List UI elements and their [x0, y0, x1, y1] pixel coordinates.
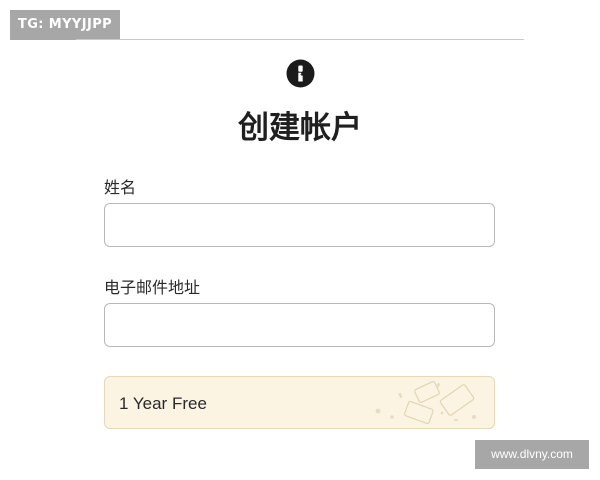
name-label: 姓名 [104, 178, 137, 197]
ticket-confetti-icon [375, 381, 476, 425]
email-label: 电子邮件地址 [104, 278, 201, 297]
page-title: 创建帐户 [238, 110, 362, 146]
promo-banner[interactable]: 1 Year Free [104, 376, 495, 429]
watermark-bottom-right: www.dlvny.com [475, 440, 589, 469]
promo-text: 1 Year Free [119, 394, 207, 413]
name-input[interactable] [104, 203, 495, 247]
top-divider [76, 39, 524, 40]
keyhole-logo-icon [286, 59, 315, 88]
watermark-top-left: TG: MYYJJPP [10, 10, 120, 40]
email-input[interactable] [104, 303, 495, 347]
